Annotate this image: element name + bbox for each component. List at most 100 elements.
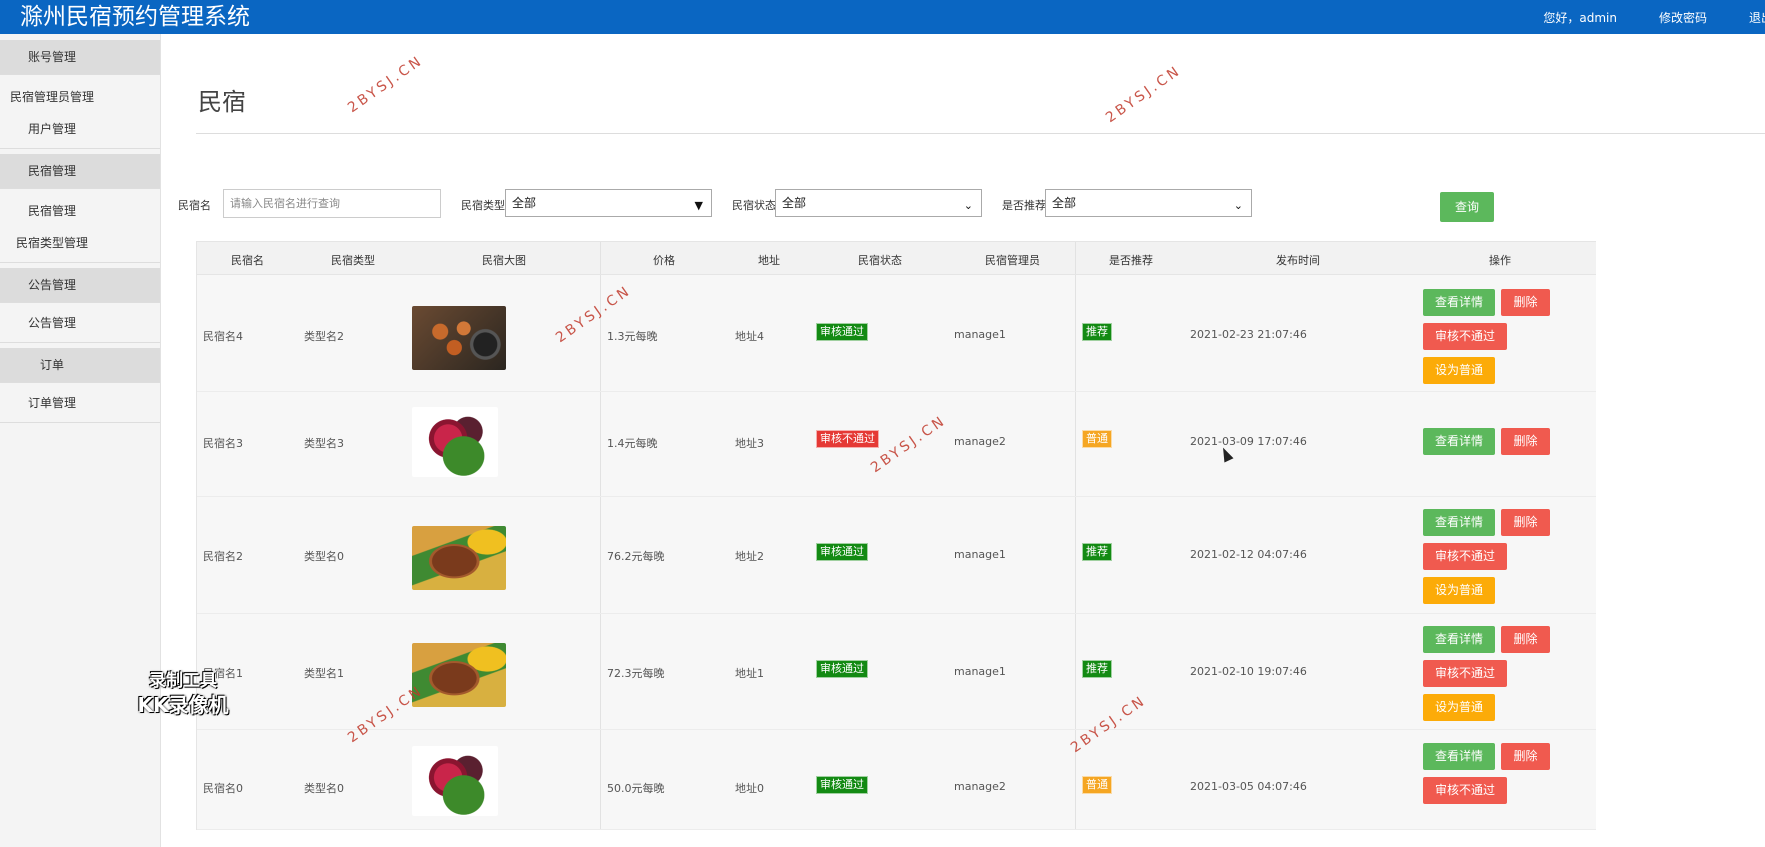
column-divider [1075,275,1076,391]
recommend-select-value: 全部 [1052,196,1077,210]
publish-time: 2021-03-05 04:07:46 [1190,780,1307,793]
set-normal-button[interactable]: 设为普通 [1423,577,1495,604]
hotel-address: 地址3 [735,437,764,450]
sidebar-item-users[interactable]: 用户管理 [0,106,160,148]
hotel-name: 民宿名4 [203,330,243,343]
hotel-name: 民宿名0 [203,782,243,795]
hotel-address: 地址1 [735,667,764,680]
hotel-name: 民宿名3 [203,437,243,450]
sidebar-group-account[interactable]: 账号管理 [0,40,160,74]
recommend-badge: 推荐 [1082,543,1112,561]
publish-time: 2021-03-09 17:07:46 [1190,435,1307,448]
sidebar-item-hotel-admin[interactable]: 民宿管理员管理 [0,75,160,106]
type-filter-label: 民宿类型 [461,199,505,212]
sidebar-item-notices[interactable]: 公告管理 [0,303,160,342]
view-details-button[interactable]: 查看详情 [1423,743,1495,770]
greeting-text: 您好，admin [1543,10,1617,25]
hotel-price: 50.0元每晚 [607,782,665,795]
col-header-status: 民宿状态 [858,254,902,267]
column-divider [1075,242,1076,274]
hotel-price: 1.3元每晚 [607,330,658,343]
table-row: 民宿名4 类型名2 1.3元每晚 地址4 审核通过 manage1 推荐 202… [197,275,1596,392]
col-header-image: 民宿大图 [482,254,526,267]
page-title: 民宿 [198,88,246,116]
reject-review-button[interactable]: 审核不通过 [1423,777,1507,804]
column-divider [600,242,601,274]
logout-link[interactable]: 退出 [1749,9,1765,26]
hotel-manager: manage2 [954,435,1006,448]
status-select[interactable]: 全部 ⌄ [775,189,982,217]
delete-button[interactable]: 删除 [1501,289,1550,316]
col-header-price: 价格 [653,254,675,267]
column-divider [600,275,601,391]
table-row: 民宿名2 类型名0 76.2元每晚 地址2 审核通过 manage1 推荐 20… [197,497,1596,614]
hotel-table: 民宿名 民宿类型 民宿大图 价格 地址 民宿状态 民宿管理员 是否推荐 发布时间… [196,241,1596,830]
delete-button[interactable]: 删除 [1501,743,1550,770]
delete-button[interactable]: 删除 [1501,428,1550,455]
view-details-button[interactable]: 查看详情 [1423,428,1495,455]
chevron-down-icon: ⌄ [1233,199,1243,212]
recommend-select[interactable]: 全部 ⌄ [1045,189,1252,217]
sidebar-group-hotel[interactable]: 民宿管理 [0,154,160,188]
reject-review-button[interactable]: 审核不通过 [1423,543,1507,570]
sidebar: 账号管理 民宿管理员管理 用户管理 民宿管理 民宿管理 民宿类型管理 公告管理 … [0,34,161,847]
view-details-button[interactable]: 查看详情 [1423,509,1495,536]
title-divider [196,133,1765,134]
publish-time: 2021-02-12 04:07:46 [1190,548,1307,561]
recommend-badge: 普通 [1082,430,1112,448]
reject-review-button[interactable]: 审核不通过 [1423,323,1507,350]
sidebar-divider [0,342,160,343]
hotel-type: 类型名1 [304,667,344,680]
sidebar-group-notice[interactable]: 公告管理 [0,268,160,302]
chevron-down-icon: ⌄ [963,199,973,212]
publish-time: 2021-02-23 21:07:46 [1190,328,1307,341]
type-select-value: 全部 [512,196,537,210]
hotel-manager: manage1 [954,328,1006,341]
hotel-image [412,746,498,816]
table-row: 民宿名0 类型名0 50.0元每晚 地址0 审核通过 manage2 普通 20… [197,730,1596,830]
hotel-image [412,306,506,370]
hotel-address: 地址2 [735,550,764,563]
hotel-image [412,526,506,590]
status-badge: 审核通过 [816,543,868,561]
col-header-name: 民宿名 [231,254,264,267]
change-password-link[interactable]: 修改密码 [1659,9,1707,26]
status-badge: 审核通过 [816,323,868,341]
hotel-manager: manage1 [954,548,1006,561]
hotel-type: 类型名3 [304,437,344,450]
delete-button[interactable]: 删除 [1501,626,1550,653]
publish-time: 2021-02-10 19:07:46 [1190,665,1307,678]
sidebar-divider [0,148,160,149]
recorder-watermark: 录制工具 KK录像机 [124,670,242,722]
view-details-button[interactable]: 查看详情 [1423,626,1495,653]
hotel-price: 1.4元每晚 [607,437,658,450]
col-header-recommend: 是否推荐 [1109,254,1153,267]
column-divider [1075,614,1076,729]
type-select[interactable]: 全部 ▼ [505,189,712,217]
query-button[interactable]: 查询 [1440,192,1494,222]
sidebar-group-orders[interactable]: 订单 [0,348,160,382]
hotel-address: 地址4 [735,330,764,343]
header-user-menu: 您好，admin 修改密码 退出 [1543,0,1765,34]
sidebar-item-hotels[interactable]: 民宿管理 [0,189,160,220]
set-normal-button[interactable]: 设为普通 [1423,357,1495,384]
col-header-actions: 操作 [1489,254,1511,267]
recommend-badge: 推荐 [1082,660,1112,678]
delete-button[interactable]: 删除 [1501,509,1550,536]
status-badge: 审核通过 [816,660,868,678]
set-normal-button[interactable]: 设为普通 [1423,694,1495,721]
column-divider [1075,497,1076,613]
column-divider [600,497,601,613]
filter-bar: 民宿名 民宿类型 全部 ▼ 民宿状态 全部 ⌄ 是否推荐 全部 ⌄ [178,189,1596,219]
hotel-price: 76.2元每晚 [607,550,665,563]
view-details-button[interactable]: 查看详情 [1423,289,1495,316]
hotel-image [412,643,506,707]
app-title: 滁州民宿预约管理系统 [20,4,250,30]
hotel-image [412,407,498,477]
hotel-name-input[interactable] [223,189,441,218]
recommend-badge: 普通 [1082,776,1112,794]
column-divider [600,392,601,496]
sidebar-item-orders[interactable]: 订单管理 [0,383,160,422]
reject-review-button[interactable]: 审核不通过 [1423,660,1507,687]
sidebar-item-hotel-types[interactable]: 民宿类型管理 [0,220,160,262]
